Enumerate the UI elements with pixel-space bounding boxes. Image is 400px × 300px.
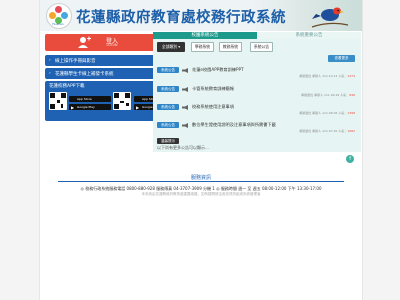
category-badge: 系統公告 [157, 122, 179, 128]
chevron-right-icon: › [49, 57, 51, 63]
announcement-title[interactable]: 卡管系統教育訓練簡報 [192, 86, 234, 92]
play-icon: ▶ [136, 104, 140, 110]
site-title[interactable]: 花蓮縣政府教育處校務行政系統 [76, 6, 286, 27]
user-add-icon [78, 36, 91, 48]
category-badge: 系統公告 [157, 86, 179, 92]
megaphone-icon [182, 122, 188, 128]
meta-text: 承辦單位 承辦人 111.10.12 人氣： [299, 74, 348, 78]
view-count: 846 [349, 93, 355, 97]
site-header: Hualien 花蓮縣政府教育處校務行政系統 [40, 0, 362, 31]
tab-campus-announcements[interactable]: 校園系統公告 [153, 32, 257, 39]
chevron-right-icon: › [49, 70, 51, 76]
category-badge: 系統公告 [157, 67, 179, 73]
megaphone-icon [182, 86, 188, 92]
filter-all-dropdown[interactable]: 全部類別 ▾ [157, 42, 185, 52]
qr-code-icon [113, 92, 131, 110]
back-to-top-button[interactable]: ↑ [346, 155, 354, 163]
announcement-item[interactable]: 系統公告 校務系統使用注意事項 承辦單位 承辦人 111.08.05 人氣：13… [157, 103, 357, 117]
footer-divider [58, 181, 344, 182]
login-sub-label: LOGIN [106, 43, 118, 47]
view-count: 1082 [347, 129, 355, 133]
filter-student-affairs[interactable]: 學務系統 [191, 42, 214, 52]
announcement-meta: 承辦單位 承辦人 111.09.29 人氣：846 [301, 93, 355, 97]
logo-caption: Hualien [52, 22, 64, 26]
tab-system-announcements[interactable]: 系統重要公告 [257, 32, 361, 39]
arrow-up-icon: ↑ [347, 156, 353, 162]
google-play-badge[interactable]: ▶ Google Play [69, 104, 111, 110]
page: Hualien 花蓮縣政府教育處校務行政系統 登入 LOGIN › 線上操作手冊… [39, 0, 363, 300]
app-store-label: App Store [77, 97, 92, 101]
announcement-item[interactable]: 系統公告 花蓮e校園APP教育訓練PPT 承辦單位 承辦人 111.10.12 … [157, 66, 357, 80]
category-badge: 系統公告 [157, 104, 179, 110]
footer-note: 本系統由花蓮縣政府教育處建置維護，如有疑問請洽各校資訊組或系統管理者 [141, 192, 261, 196]
announcement-item[interactable]: 系統公告 卡管系統教育訓練簡報 承辦單位 承辦人 111.09.29 人氣：84… [157, 85, 357, 99]
view-count: 1398 [347, 111, 355, 115]
student-card-link-label: 花蓮縣學生卡線上補發卡系統 [55, 71, 114, 77]
bird-illustration-icon [311, 7, 349, 28]
manual-link-label: 線上操作手冊與影音 [55, 58, 96, 64]
footer-title: 服務資訊 [190, 175, 211, 181]
announcement-meta: 承辦單位 承辦人 111.10.12 人氣：1274 [299, 74, 355, 78]
filter-system-notice[interactable]: 系統公告 [250, 42, 273, 52]
qr-code-icon [49, 92, 67, 110]
tip-text: 以下尚有更多公告可以顯示... [157, 145, 209, 150]
app-download-title: 花蓮校務APP下載 [49, 84, 85, 89]
announcement-title[interactable]: 數位學生證使用說明及注意事項與所需書下載 [192, 122, 276, 128]
meta-text: 承辦單位 承辦人 111.09.29 人氣： [301, 93, 350, 97]
filter-academic-affairs[interactable]: 教務系統 [219, 42, 242, 52]
announcement-meta: 承辦單位 承辦人 111.08.05 人氣：1398 [299, 111, 355, 115]
announcement-item[interactable]: 系統公告 數位學生證使用說明及注意事項與所需書下載 承辦單位 承辦人 111.0… [157, 121, 357, 135]
app-store-badge[interactable]: App Store [69, 96, 111, 102]
google-play-label: Google Play [77, 105, 95, 109]
meta-text: 承辦單位 承辦人 111.08.05 人氣： [299, 111, 348, 115]
announcement-tabs: 校園系統公告 系統重要公告 [153, 32, 361, 39]
megaphone-icon [182, 67, 188, 73]
announcement-panel: 全部類別 ▾ 學務系統 教務系統 系統公告 查看更多 系統公告 花蓮e校園APP… [153, 39, 361, 152]
announcement-title[interactable]: 花蓮e校園APP教育訓練PPT [192, 67, 244, 73]
more-button[interactable]: 查看更多 [328, 55, 355, 62]
megaphone-icon [182, 104, 188, 110]
play-icon: ▶ [71, 104, 75, 110]
tip-badge: 溫馨提示 [157, 138, 179, 144]
meta-text: 承辦單位 承辦人 111.07.20 人氣： [299, 129, 348, 133]
filter-all-label: 全部類別 [161, 44, 178, 49]
announcement-title[interactable]: 校務系統使用注意事項 [192, 104, 234, 110]
view-count: 1274 [347, 74, 355, 78]
announcement-meta: 承辦單位 承辦人 111.07.20 人氣：1082 [299, 129, 355, 133]
